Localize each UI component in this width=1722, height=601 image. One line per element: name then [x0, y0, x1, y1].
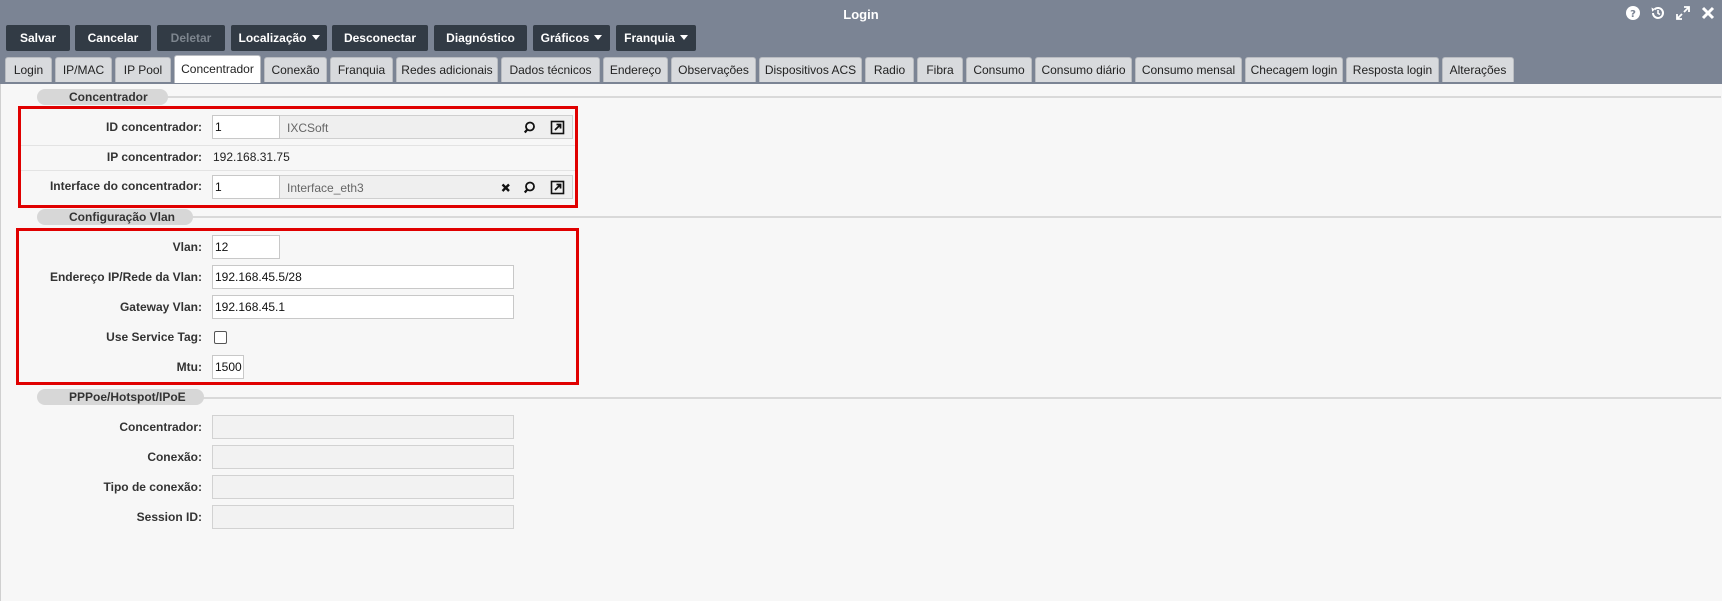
cancel-button-label: Cancelar [87, 31, 139, 45]
section-divider [186, 216, 1721, 218]
maximize-icon[interactable] [1675, 5, 1691, 21]
tab-fibra[interactable]: Fibra [917, 57, 963, 82]
tab-franquia[interactable]: Franquia [330, 57, 393, 82]
tab-consumo[interactable]: Consumo [966, 57, 1032, 82]
section-title-concentrador: Concentrador [37, 89, 168, 105]
pppoe-conexao-label: Conexão: [147, 450, 202, 464]
section-title-vlan: Configuração Vlan [37, 209, 193, 225]
chevron-down-icon [679, 35, 688, 40]
pppoe-conexao-field[interactable] [212, 445, 514, 469]
tab-alteracoes[interactable]: Alterações [1442, 57, 1514, 82]
disconnect-button[interactable]: Desconectar [332, 25, 428, 51]
pppoe-tipo-conexao-field[interactable] [212, 475, 514, 499]
session-id-field[interactable] [212, 505, 514, 529]
tab-observacoes[interactable]: Observações [671, 57, 756, 82]
highlight-box-concentrador [18, 106, 578, 208]
tab-radio[interactable]: Radio [865, 57, 914, 82]
tab-endereco[interactable]: Endereço [603, 57, 668, 82]
graficos-label: Gráficos [540, 31, 590, 45]
save-button[interactable]: Salvar [6, 25, 70, 51]
tab-login[interactable]: Login [5, 57, 52, 82]
tab-consumo-diario[interactable]: Consumo diário [1035, 57, 1132, 82]
close-icon[interactable] [1700, 5, 1716, 21]
tab-dispositivos-acs[interactable]: Dispositivos ACS [759, 57, 862, 82]
tab-dados-tecnicos[interactable]: Dados técnicos [501, 57, 600, 82]
pppoe-concentrador-field[interactable] [212, 415, 514, 439]
chevron-down-icon [594, 35, 603, 40]
window-title: Login [843, 7, 879, 22]
disconnect-button-label: Desconectar [343, 31, 417, 45]
session-id-label: Session ID: [136, 510, 202, 524]
diagnostic-button-label: Diagnóstico [446, 31, 515, 45]
cancel-button[interactable]: Cancelar [75, 25, 151, 51]
section-title-pppoe: PPPoe/Hotspot/IPoE [37, 389, 204, 405]
tab-ip-mac[interactable]: IP/MAC [55, 57, 112, 82]
tab-concentrador[interactable]: Concentrador [174, 55, 261, 83]
svg-text:?: ? [1630, 9, 1636, 20]
graficos-dropdown[interactable]: Gráficos [533, 25, 610, 51]
delete-button[interactable]: Deletar [157, 25, 225, 51]
diagnostic-button[interactable]: Diagnóstico [434, 25, 527, 51]
toolbar: Salvar Cancelar Deletar Localização Desc… [0, 24, 1722, 54]
tab-resposta-login[interactable]: Resposta login [1346, 57, 1439, 82]
pppoe-tipo-conexao-label: Tipo de conexão: [103, 480, 202, 494]
tab-redes-adicionais[interactable]: Redes adicionais [396, 57, 498, 82]
tab-checagem-login[interactable]: Checagem login [1245, 57, 1343, 82]
help-icon[interactable]: ? [1625, 5, 1641, 21]
tab-ip-pool[interactable]: IP Pool [115, 57, 171, 82]
localizacao-dropdown[interactable]: Localização [231, 25, 327, 51]
section-divider [161, 96, 1721, 98]
tab-bar: Login IP/MAC IP Pool Concentrador Conexã… [0, 54, 1722, 84]
form-content: Concentrador ID concentrador: IXCSoft 1 … [0, 84, 1722, 601]
history-icon[interactable] [1650, 5, 1666, 21]
section-divider [196, 397, 1721, 399]
tab-conexao[interactable]: Conexão [264, 57, 327, 82]
chevron-down-icon [311, 35, 320, 40]
tab-consumo-mensal[interactable]: Consumo mensal [1135, 57, 1242, 82]
window-controls: ? [1625, 5, 1716, 21]
franquia-dropdown[interactable]: Franquia [616, 25, 696, 51]
pppoe-concentrador-label: Concentrador: [119, 420, 202, 434]
localizacao-label: Localização [238, 31, 307, 45]
franquia-label: Franquia [624, 31, 675, 45]
delete-button-label: Deletar [170, 31, 212, 45]
highlight-box-vlan [16, 228, 579, 385]
save-button-label: Salvar [19, 31, 57, 45]
